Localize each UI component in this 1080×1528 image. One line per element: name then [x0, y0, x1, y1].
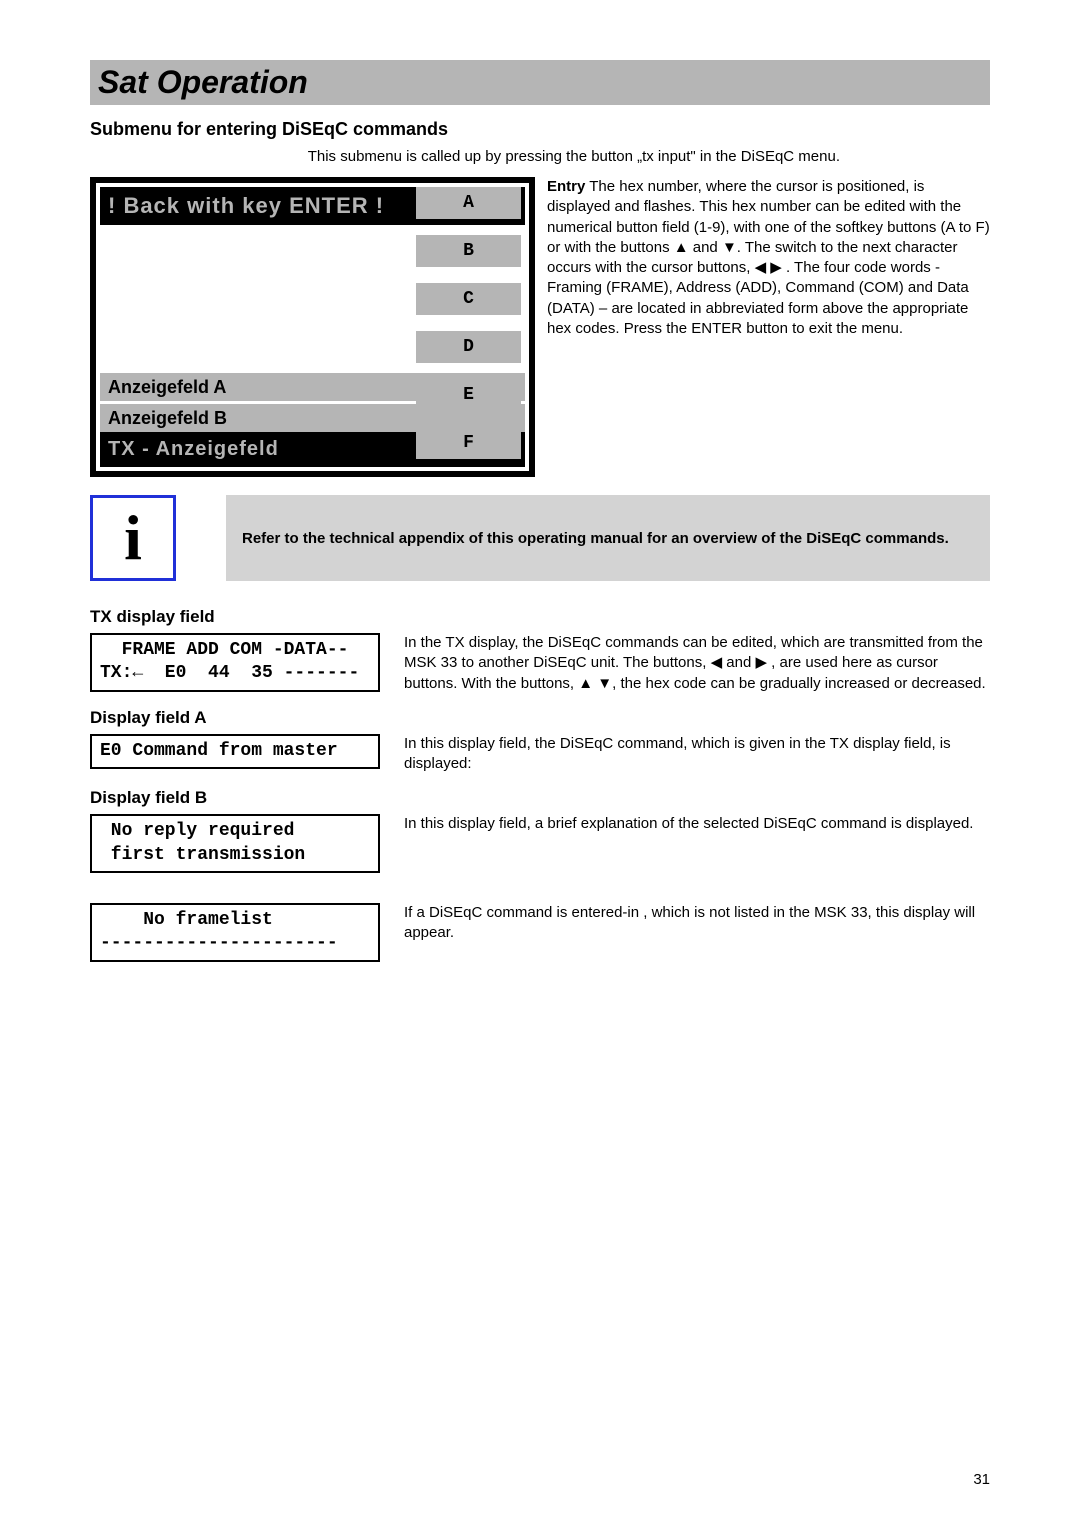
- field-a-desc: In this display field, the DiSEqC comman…: [404, 734, 990, 775]
- field-a-box: E0 Command from master: [90, 734, 380, 769]
- noframe-box: No framelist ----------------------: [90, 903, 380, 962]
- field-b-box: No reply required first transmission: [90, 814, 380, 873]
- softkey-b[interactable]: B: [416, 235, 521, 267]
- section-subtitle: Submenu for entering DiSEqC commands: [90, 119, 990, 140]
- intro-text: This submenu is called up by pressing th…: [90, 148, 990, 165]
- page-title-bar: Sat Operation: [90, 60, 990, 105]
- tx-field-desc: In the TX display, the DiSEqC commands c…: [404, 633, 990, 694]
- entry-description: Entry The hex number, where the cursor i…: [547, 177, 990, 339]
- entry-label: Entry: [547, 178, 585, 195]
- softkey-a[interactable]: A: [416, 187, 521, 219]
- field-a-header: Display field A: [90, 708, 990, 728]
- tx-field-box: FRAME ADD COM -DATA-- TX:← E0 44 35 ----…: [90, 633, 380, 692]
- page-number: 31: [973, 1471, 990, 1488]
- softkey-f[interactable]: F: [416, 427, 521, 459]
- softkey-c[interactable]: C: [416, 283, 521, 315]
- softkey-d[interactable]: D: [416, 331, 521, 363]
- entry-text: The hex number, where the cursor is posi…: [547, 178, 990, 337]
- noframe-desc: If a DiSEqC command is entered-in , whic…: [404, 903, 990, 944]
- menu-screen: ! Back with key ENTER ! Anzeigefeld A An…: [90, 177, 535, 477]
- tx-field-header: TX display field: [90, 607, 990, 627]
- info-icon: i: [90, 495, 176, 581]
- page-title: Sat Operation: [98, 64, 982, 101]
- info-text: Refer to the technical appendix of this …: [242, 530, 949, 547]
- softkey-e[interactable]: E: [416, 379, 521, 411]
- info-note: Refer to the technical appendix of this …: [226, 495, 990, 581]
- info-glyph: i: [124, 506, 142, 570]
- field-b-desc: In this display field, a brief explanati…: [404, 814, 990, 834]
- field-b-header: Display field B: [90, 788, 990, 808]
- softkey-column: A B C D E F: [416, 187, 521, 475]
